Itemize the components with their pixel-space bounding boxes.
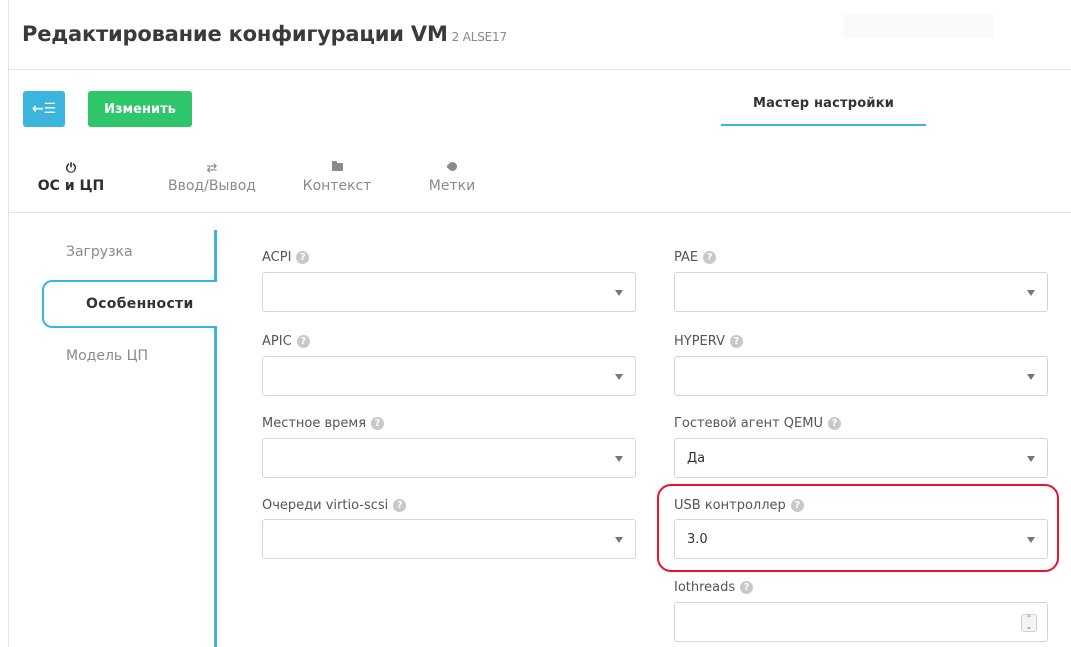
header-placeholder — [844, 14, 994, 38]
folder-icon — [296, 160, 378, 178]
virtio-scsi-select[interactable] — [262, 519, 636, 559]
acpi-label: ACPI? — [262, 250, 310, 265]
tab-input-output-label: Ввод/Вывод — [168, 178, 256, 194]
hyperv-label-text: HYPERV — [674, 334, 725, 349]
help-icon[interactable]: ? — [827, 417, 841, 430]
page-title: Редактирование конфигурации VM 2 ALSE17 — [22, 22, 507, 46]
chevron-down-icon — [615, 537, 623, 543]
chevron-down-icon — [1027, 537, 1035, 543]
acpi-label-text: ACPI — [262, 250, 292, 265]
sidebar-item-boot[interactable]: Загрузка — [66, 244, 133, 260]
usb-controller-value: 3.0 — [687, 531, 708, 547]
tab-os-cpu[interactable]: ⏻ ОС и ЦП — [36, 160, 106, 194]
help-icon[interactable]: ? — [296, 251, 310, 264]
toolbar: ←☰ Изменить Мастер настройки — [8, 70, 1071, 140]
apic-label: APIC? — [262, 334, 310, 349]
chevron-down-icon — [615, 374, 623, 380]
tab-context-label: Контекст — [302, 178, 372, 194]
apic-label-text: APIC — [262, 334, 292, 349]
chevron-down-icon — [1027, 456, 1035, 462]
section-tabs: ⏻ ОС и ЦП ⇄ Ввод/Вывод Контекст Метки — [8, 140, 1071, 213]
power-icon: ⏻ — [65, 161, 77, 176]
chevron-down-icon — [1027, 374, 1035, 380]
pae-label-text: PAE — [674, 250, 699, 265]
stepper-icon[interactable]: ⌃ ⌄ — [1021, 614, 1037, 632]
pae-select[interactable] — [674, 272, 1048, 312]
chevron-down-icon — [615, 456, 623, 462]
usb-controller-label: USB контроллер? — [674, 498, 804, 513]
tab-tags[interactable]: Метки — [423, 160, 481, 194]
hyperv-label: HYPERV? — [674, 334, 743, 349]
acpi-select[interactable] — [262, 272, 636, 312]
edit-button[interactable]: Изменить — [88, 91, 192, 127]
pae-label: PAE? — [674, 250, 717, 265]
tag-icon — [423, 160, 481, 178]
hyperv-select[interactable] — [674, 356, 1048, 396]
help-icon[interactable]: ? — [740, 581, 754, 594]
usb-controller-select[interactable]: 3.0 — [674, 519, 1048, 559]
help-icon[interactable]: ? — [296, 335, 310, 348]
help-icon[interactable]: ? — [729, 335, 743, 348]
page-header: Редактирование конфигурации VM 2 ALSE17 — [8, 0, 1071, 70]
localtime-label-text: Местное время — [262, 416, 367, 431]
sidebar-item-cpu-model[interactable]: Модель ЦП — [66, 348, 148, 364]
virtio-scsi-label: Очереди virtio-scsi? — [262, 498, 407, 513]
sidebar-item-features[interactable]: Особенности — [42, 280, 217, 328]
chevron-down-icon — [1027, 290, 1035, 296]
swap-icon: ⇄ — [206, 161, 218, 176]
wizard-tab[interactable]: Мастер настройки — [721, 86, 926, 126]
sidebar-active-gap — [214, 282, 217, 326]
tab-context[interactable]: Контекст — [296, 160, 378, 194]
help-icon[interactable]: ? — [703, 251, 717, 264]
back-to-list-button[interactable]: ←☰ — [23, 91, 65, 127]
usb-controller-label-text: USB контроллер — [674, 498, 786, 513]
help-icon[interactable]: ? — [371, 417, 385, 430]
iothreads-label-text: Iothreads — [674, 580, 736, 595]
vm-id-subtitle: 2 ALSE17 — [451, 30, 507, 44]
iothreads-label: Iothreads? — [674, 580, 754, 595]
localtime-select[interactable] — [262, 438, 636, 478]
help-icon[interactable]: ? — [790, 499, 804, 512]
qemu-agent-select[interactable]: Да — [674, 438, 1048, 478]
virtio-scsi-label-text: Очереди virtio-scsi — [262, 498, 389, 513]
help-icon[interactable]: ? — [393, 499, 407, 512]
qemu-agent-label-text: Гостевой агент QEMU — [674, 416, 823, 431]
page-title-text: Редактирование конфигурации VM — [22, 22, 448, 46]
tab-tags-label: Метки — [428, 178, 476, 194]
tab-os-cpu-label: ОС и ЦП — [37, 178, 105, 194]
iothreads-input[interactable]: ⌃ ⌄ — [674, 602, 1048, 642]
tab-input-output[interactable]: ⇄ Ввод/Вывод — [161, 160, 263, 194]
apic-select[interactable] — [262, 356, 636, 396]
localtime-label: Местное время? — [262, 416, 385, 431]
chevron-down-icon — [615, 290, 623, 296]
qemu-agent-value: Да — [687, 450, 706, 466]
qemu-agent-label: Гостевой агент QEMU? — [674, 416, 841, 431]
